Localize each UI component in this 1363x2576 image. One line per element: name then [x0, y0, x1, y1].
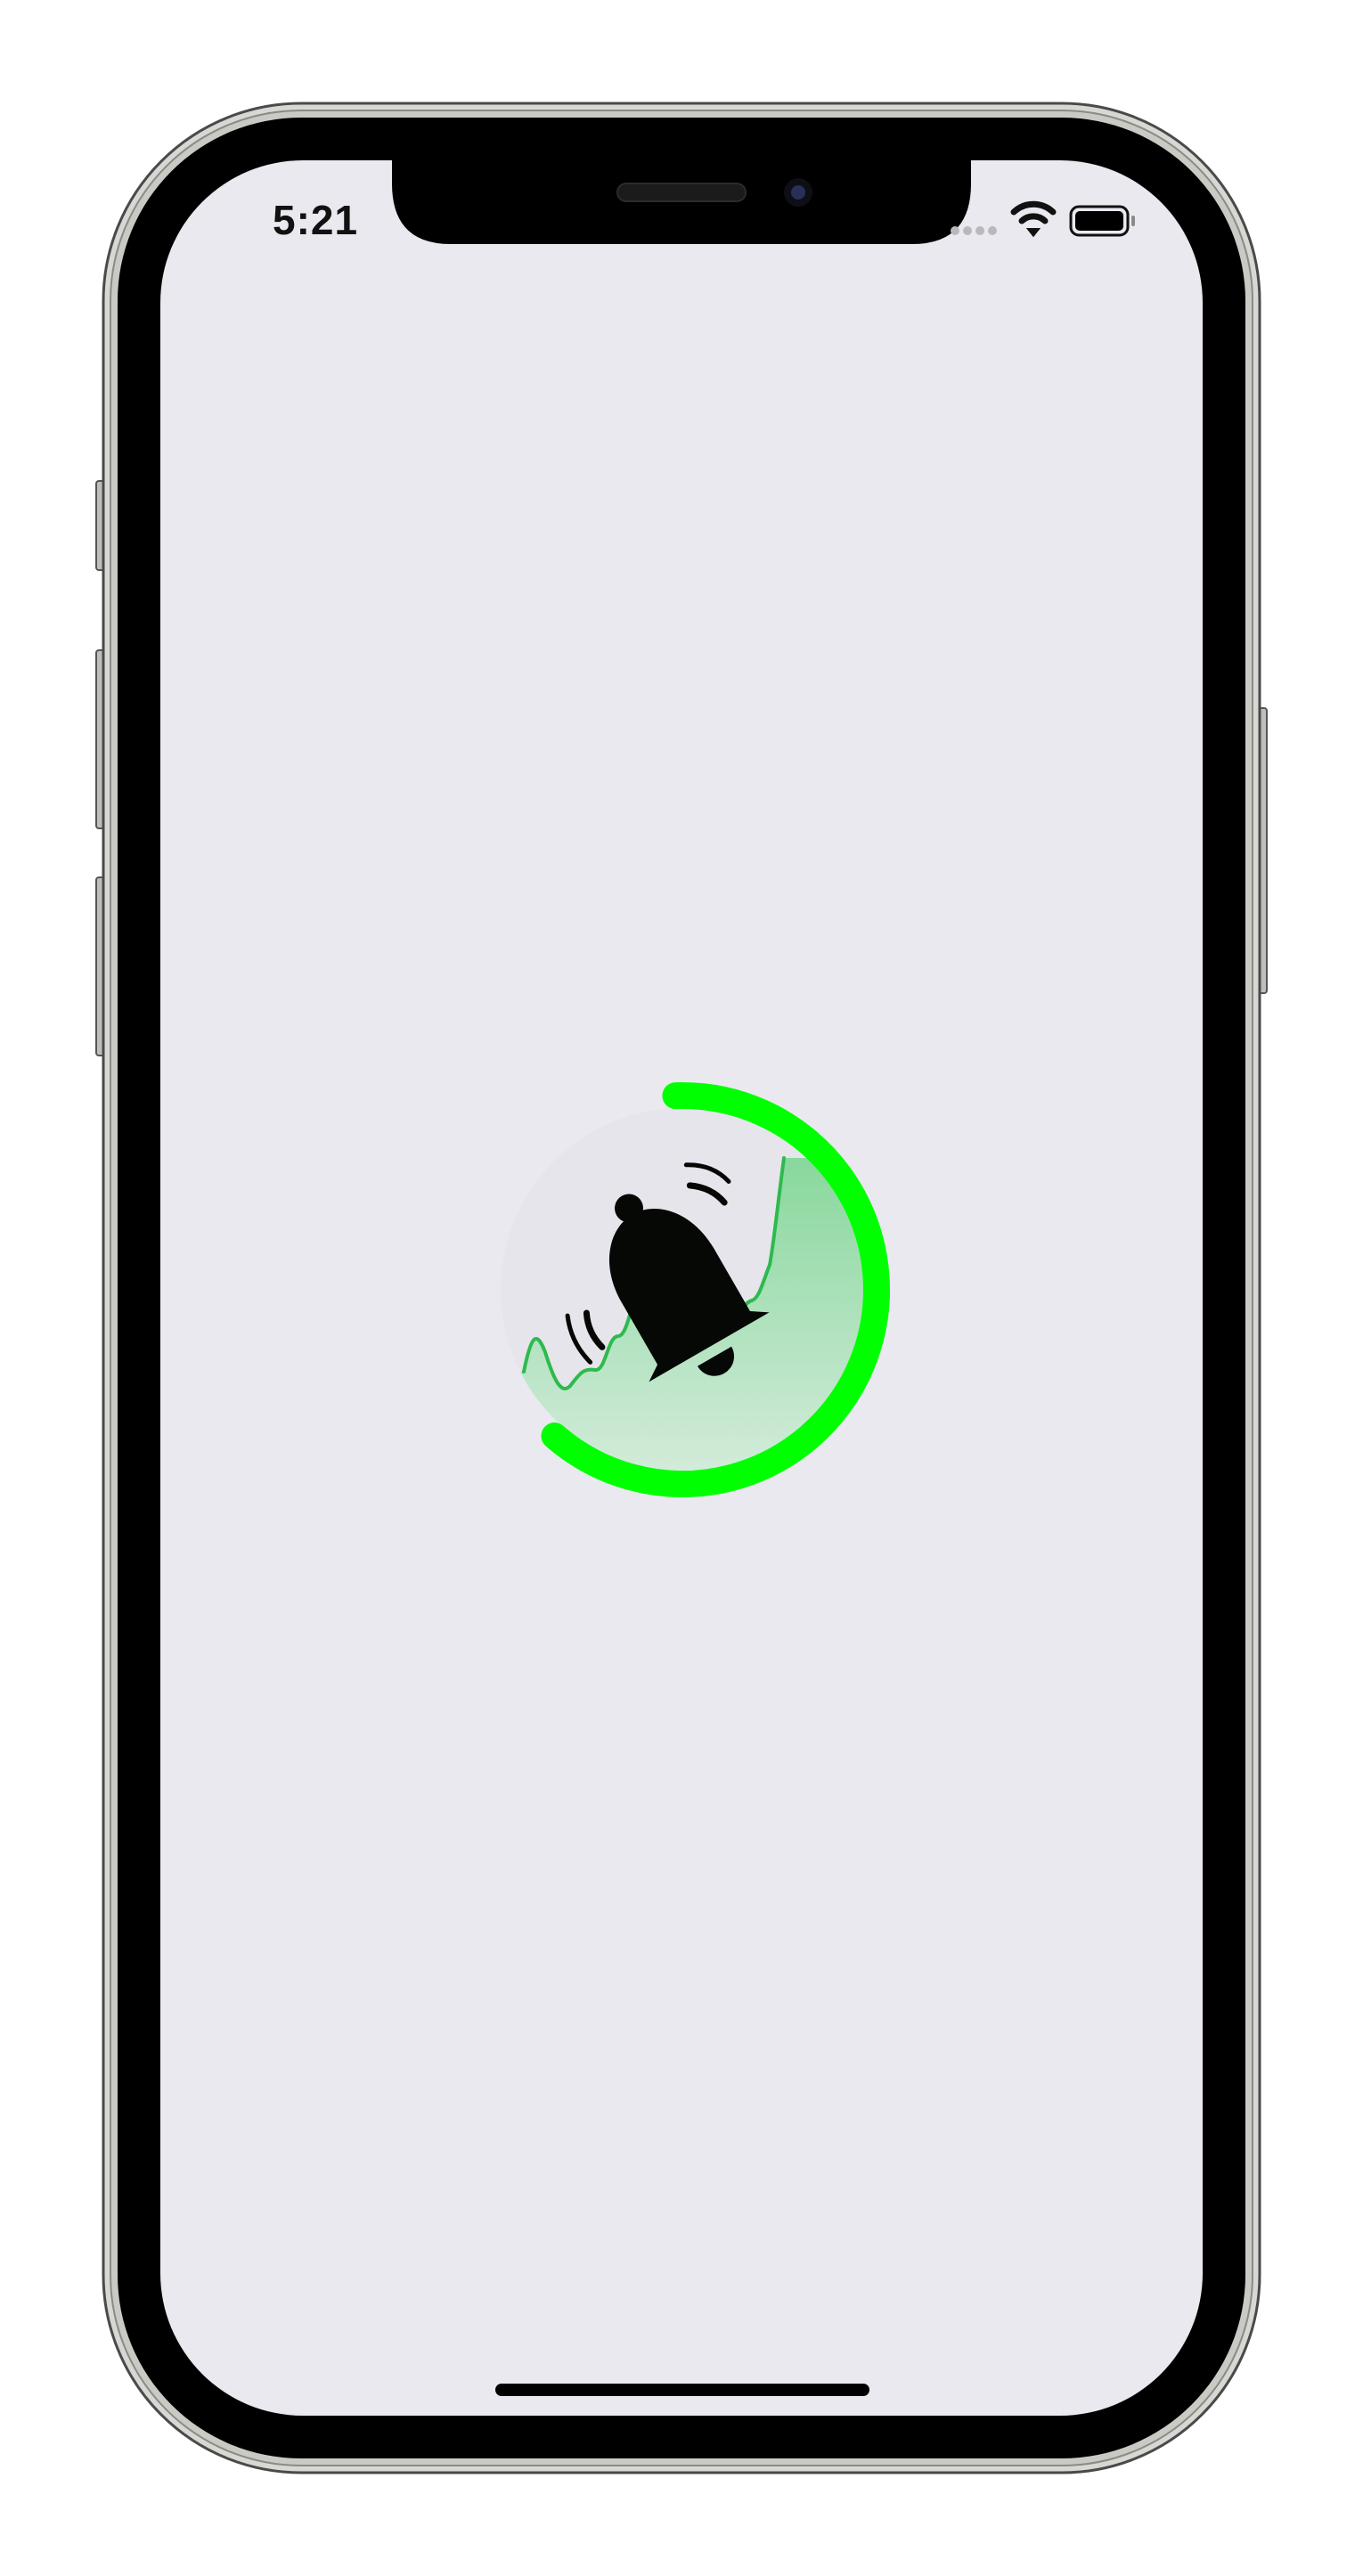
- status-time: 5:21: [273, 197, 359, 243]
- status-bar: 5:21: [0, 0, 1363, 267]
- ringing-bell-widget[interactable]: [499, 1069, 909, 1514]
- screenshot-stage: 5:21: [0, 0, 1363, 2576]
- home-indicator[interactable]: [495, 2384, 869, 2396]
